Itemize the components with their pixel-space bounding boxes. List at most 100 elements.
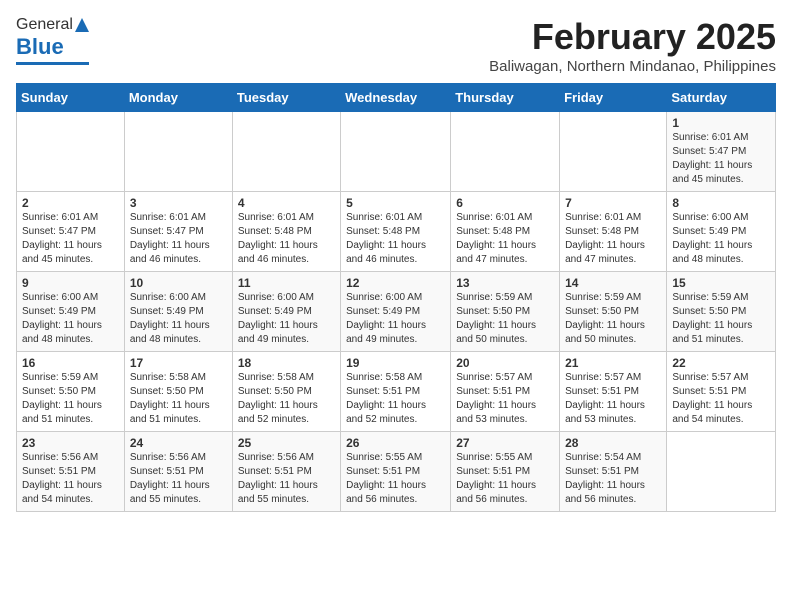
day-number: 5 [346, 196, 445, 210]
calendar-cell: 25Sunrise: 5:56 AM Sunset: 5:51 PM Dayli… [232, 432, 340, 512]
weekday-header-saturday: Saturday [667, 84, 776, 112]
day-number: 4 [238, 196, 335, 210]
calendar-cell: 4Sunrise: 6:01 AM Sunset: 5:48 PM Daylig… [232, 192, 340, 272]
day-info: Sunrise: 6:01 AM Sunset: 5:48 PM Dayligh… [565, 211, 661, 267]
day-number: 18 [238, 356, 335, 370]
day-info: Sunrise: 6:01 AM Sunset: 5:48 PM Dayligh… [238, 211, 335, 267]
calendar-week-3: 9Sunrise: 6:00 AM Sunset: 5:49 PM Daylig… [17, 272, 776, 352]
page-header: General Blue February 2025 Baliwagan, No… [16, 16, 776, 75]
day-number: 23 [22, 436, 119, 450]
calendar-cell: 27Sunrise: 5:55 AM Sunset: 5:51 PM Dayli… [451, 432, 560, 512]
day-number: 13 [456, 276, 554, 290]
weekday-header-wednesday: Wednesday [341, 84, 451, 112]
day-number: 27 [456, 436, 554, 450]
calendar-cell: 21Sunrise: 5:57 AM Sunset: 5:51 PM Dayli… [560, 352, 667, 432]
day-info: Sunrise: 5:59 AM Sunset: 5:50 PM Dayligh… [565, 291, 661, 347]
calendar-week-1: 1Sunrise: 6:01 AM Sunset: 5:47 PM Daylig… [17, 112, 776, 192]
day-number: 1 [672, 116, 770, 130]
calendar-cell: 6Sunrise: 6:01 AM Sunset: 5:48 PM Daylig… [451, 192, 560, 272]
day-info: Sunrise: 6:00 AM Sunset: 5:49 PM Dayligh… [130, 291, 227, 347]
day-number: 7 [565, 196, 661, 210]
day-info: Sunrise: 5:55 AM Sunset: 5:51 PM Dayligh… [346, 451, 445, 507]
day-number: 3 [130, 196, 227, 210]
day-number: 17 [130, 356, 227, 370]
calendar-cell: 1Sunrise: 6:01 AM Sunset: 5:47 PM Daylig… [667, 112, 776, 192]
calendar-cell: 22Sunrise: 5:57 AM Sunset: 5:51 PM Dayli… [667, 352, 776, 432]
calendar-subtitle: Baliwagan, Northern Mindanao, Philippine… [489, 58, 776, 75]
day-info: Sunrise: 5:54 AM Sunset: 5:51 PM Dayligh… [565, 451, 661, 507]
day-number: 14 [565, 276, 661, 290]
weekday-header-sunday: Sunday [17, 84, 125, 112]
day-info: Sunrise: 5:58 AM Sunset: 5:50 PM Dayligh… [238, 371, 335, 427]
day-info: Sunrise: 5:58 AM Sunset: 5:51 PM Dayligh… [346, 371, 445, 427]
logo-general-text: General [16, 16, 73, 34]
day-number: 15 [672, 276, 770, 290]
calendar-week-2: 2Sunrise: 6:01 AM Sunset: 5:47 PM Daylig… [17, 192, 776, 272]
calendar-week-4: 16Sunrise: 5:59 AM Sunset: 5:50 PM Dayli… [17, 352, 776, 432]
calendar-cell: 3Sunrise: 6:01 AM Sunset: 5:47 PM Daylig… [124, 192, 232, 272]
calendar-cell [17, 112, 125, 192]
calendar-cell: 17Sunrise: 5:58 AM Sunset: 5:50 PM Dayli… [124, 352, 232, 432]
weekday-header-thursday: Thursday [451, 84, 560, 112]
day-number: 2 [22, 196, 119, 210]
calendar-cell [232, 112, 340, 192]
day-number: 6 [456, 196, 554, 210]
calendar-cell [451, 112, 560, 192]
day-info: Sunrise: 6:01 AM Sunset: 5:48 PM Dayligh… [456, 211, 554, 267]
calendar-cell: 20Sunrise: 5:57 AM Sunset: 5:51 PM Dayli… [451, 352, 560, 432]
calendar-cell [667, 432, 776, 512]
day-info: Sunrise: 6:00 AM Sunset: 5:49 PM Dayligh… [346, 291, 445, 347]
calendar-cell: 18Sunrise: 5:58 AM Sunset: 5:50 PM Dayli… [232, 352, 340, 432]
day-number: 16 [22, 356, 119, 370]
logo-underline [16, 62, 89, 65]
day-info: Sunrise: 5:57 AM Sunset: 5:51 PM Dayligh… [565, 371, 661, 427]
calendar-cell: 12Sunrise: 6:00 AM Sunset: 5:49 PM Dayli… [341, 272, 451, 352]
calendar-cell: 28Sunrise: 5:54 AM Sunset: 5:51 PM Dayli… [560, 432, 667, 512]
day-info: Sunrise: 6:01 AM Sunset: 5:47 PM Dayligh… [22, 211, 119, 267]
day-number: 28 [565, 436, 661, 450]
calendar-cell [560, 112, 667, 192]
calendar-cell: 10Sunrise: 6:00 AM Sunset: 5:49 PM Dayli… [124, 272, 232, 352]
calendar-cell: 16Sunrise: 5:59 AM Sunset: 5:50 PM Dayli… [17, 352, 125, 432]
day-number: 21 [565, 356, 661, 370]
calendar-cell: 8Sunrise: 6:00 AM Sunset: 5:49 PM Daylig… [667, 192, 776, 272]
day-info: Sunrise: 5:58 AM Sunset: 5:50 PM Dayligh… [130, 371, 227, 427]
calendar-header: SundayMondayTuesdayWednesdayThursdayFrid… [17, 84, 776, 112]
day-info: Sunrise: 6:01 AM Sunset: 5:47 PM Dayligh… [130, 211, 227, 267]
calendar-table: SundayMondayTuesdayWednesdayThursdayFrid… [16, 83, 776, 512]
day-number: 10 [130, 276, 227, 290]
day-info: Sunrise: 6:00 AM Sunset: 5:49 PM Dayligh… [22, 291, 119, 347]
weekday-header-tuesday: Tuesday [232, 84, 340, 112]
day-number: 11 [238, 276, 335, 290]
day-info: Sunrise: 5:59 AM Sunset: 5:50 PM Dayligh… [22, 371, 119, 427]
day-info: Sunrise: 5:59 AM Sunset: 5:50 PM Dayligh… [672, 291, 770, 347]
calendar-cell: 19Sunrise: 5:58 AM Sunset: 5:51 PM Dayli… [341, 352, 451, 432]
day-number: 12 [346, 276, 445, 290]
calendar-title: February 2025 [489, 16, 776, 58]
day-number: 8 [672, 196, 770, 210]
calendar-cell: 2Sunrise: 6:01 AM Sunset: 5:47 PM Daylig… [17, 192, 125, 272]
day-number: 20 [456, 356, 554, 370]
calendar-cell [341, 112, 451, 192]
day-info: Sunrise: 5:55 AM Sunset: 5:51 PM Dayligh… [456, 451, 554, 507]
day-info: Sunrise: 6:01 AM Sunset: 5:48 PM Dayligh… [346, 211, 445, 267]
day-info: Sunrise: 5:59 AM Sunset: 5:50 PM Dayligh… [456, 291, 554, 347]
day-info: Sunrise: 6:01 AM Sunset: 5:47 PM Dayligh… [672, 131, 770, 187]
day-number: 19 [346, 356, 445, 370]
day-info: Sunrise: 5:57 AM Sunset: 5:51 PM Dayligh… [672, 371, 770, 427]
calendar-cell: 5Sunrise: 6:01 AM Sunset: 5:48 PM Daylig… [341, 192, 451, 272]
calendar-cell: 26Sunrise: 5:55 AM Sunset: 5:51 PM Dayli… [341, 432, 451, 512]
day-number: 22 [672, 356, 770, 370]
day-info: Sunrise: 6:00 AM Sunset: 5:49 PM Dayligh… [672, 211, 770, 267]
day-number: 24 [130, 436, 227, 450]
calendar-week-5: 23Sunrise: 5:56 AM Sunset: 5:51 PM Dayli… [17, 432, 776, 512]
calendar-cell: 14Sunrise: 5:59 AM Sunset: 5:50 PM Dayli… [560, 272, 667, 352]
calendar-cell: 13Sunrise: 5:59 AM Sunset: 5:50 PM Dayli… [451, 272, 560, 352]
weekday-header-friday: Friday [560, 84, 667, 112]
calendar-cell: 11Sunrise: 6:00 AM Sunset: 5:49 PM Dayli… [232, 272, 340, 352]
calendar-body: 1Sunrise: 6:01 AM Sunset: 5:47 PM Daylig… [17, 112, 776, 512]
calendar-cell: 23Sunrise: 5:56 AM Sunset: 5:51 PM Dayli… [17, 432, 125, 512]
weekday-header-row: SundayMondayTuesdayWednesdayThursdayFrid… [17, 84, 776, 112]
logo-blue-text: Blue [16, 34, 64, 60]
day-number: 26 [346, 436, 445, 450]
